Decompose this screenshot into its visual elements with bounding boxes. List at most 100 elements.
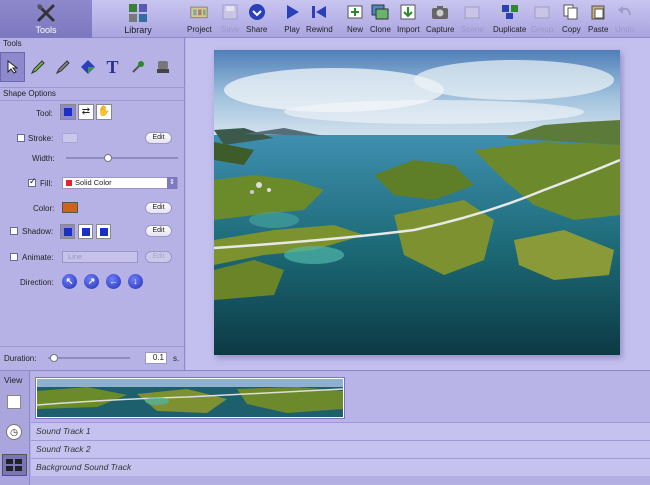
fill-checkbox[interactable] [28, 176, 37, 187]
fill-type-select[interactable]: Solid Color ⇕ [62, 177, 178, 189]
view-label: View [4, 375, 23, 385]
slide-view-icon[interactable] [7, 395, 21, 409]
pencil-icon[interactable] [25, 52, 50, 82]
duration-input[interactable]: 0.1 [145, 352, 167, 364]
shadow-checkbox[interactable] [10, 227, 18, 235]
clone-button[interactable]: Clone [370, 3, 391, 37]
fill-bucket-icon[interactable] [75, 52, 100, 82]
grid-view-icon[interactable] [2, 454, 27, 476]
shadow-label: Shadow: [22, 227, 54, 236]
toolbar-label: Play [284, 25, 300, 34]
fill-row: Fill: Solid Color ⇕ [0, 174, 185, 192]
animate-label: Animate: [22, 253, 54, 262]
shadow-row: Shadow: Edit [0, 222, 185, 240]
color-label: Color: [33, 204, 55, 213]
stroke-label: Stroke: [28, 134, 54, 143]
slide-photo[interactable] [214, 50, 620, 355]
mode-tab-library[interactable]: Library [92, 0, 184, 38]
undo-button[interactable]: Undo [615, 3, 634, 37]
duration-slider[interactable] [48, 354, 130, 362]
share-button[interactable]: Share [246, 3, 267, 37]
toolbar-label: Capture [426, 25, 455, 34]
select-mode-button[interactable] [60, 104, 76, 120]
fill-color-swatch[interactable] [62, 202, 78, 213]
direction-up-left-button[interactable]: ↖ [62, 274, 77, 289]
import-button[interactable]: Import [397, 3, 420, 37]
toolbar-label: Paste [588, 25, 609, 34]
group-button[interactable]: Group [531, 3, 553, 37]
toolbar-label: Duplicate [493, 25, 527, 34]
stroke-checkbox[interactable] [17, 134, 25, 142]
copy-button[interactable]: Copy [562, 3, 581, 37]
fill-type-value: Solid Color [75, 178, 112, 187]
new-slide-icon [346, 3, 364, 21]
shadow-edit-button[interactable]: Edit [145, 225, 172, 237]
capture-button[interactable]: Capture [426, 3, 454, 37]
duplicate-button[interactable]: Duplicate [493, 3, 526, 37]
stroke-color-swatch[interactable] [62, 133, 78, 143]
direction-label: Direction: [20, 278, 54, 287]
timeline-panel: View ◷ Sound Track 1 Sound Track 2 Backg… [0, 370, 650, 485]
rewind-button[interactable]: Rewind [306, 3, 333, 37]
shadow-style-3-button[interactable] [96, 224, 111, 239]
stamp-icon[interactable] [150, 52, 175, 82]
sound-track-1[interactable]: Sound Track 1 [31, 422, 650, 440]
import-icon [399, 3, 417, 21]
shadow-style-2-button[interactable] [78, 224, 93, 239]
tools-panel: Tools T Shape Options Tool: ⇄ ✋ Stroke: … [0, 38, 185, 370]
slide-canvas[interactable] [186, 38, 650, 370]
scene-icon [463, 3, 481, 21]
direction-left-button[interactable]: ← [106, 274, 121, 289]
toolbar-label: Save [221, 25, 240, 34]
wrench-screwdriver-icon [37, 4, 55, 22]
rewind-icon [310, 3, 328, 21]
save-button[interactable]: Save [221, 3, 239, 37]
width-slider-knob[interactable] [104, 154, 112, 162]
slide-strip [31, 372, 650, 424]
color-edit-button[interactable]: Edit [145, 202, 172, 214]
direction-down-button[interactable]: ↓ [128, 274, 143, 289]
toolbar-label: Import [397, 25, 420, 34]
animate-type-select[interactable]: Line [62, 251, 138, 263]
project-button[interactable]: Project [187, 3, 212, 37]
text-tool-icon[interactable]: T [100, 52, 125, 82]
mode-tab-label: Tools [35, 25, 57, 35]
paste-icon [589, 3, 607, 21]
film-frames-icon [190, 3, 209, 21]
slide-thumbnail[interactable] [35, 377, 345, 419]
swap-arrows-icon[interactable]: ⇄ [78, 104, 94, 120]
copy-icon [562, 3, 580, 21]
toolbar-label: Scene [461, 25, 484, 34]
pen-icon[interactable] [50, 52, 75, 82]
clock-icon[interactable]: ◷ [6, 424, 22, 440]
camera-icon [431, 3, 449, 21]
paste-button[interactable]: Paste [588, 3, 608, 37]
play-button[interactable]: Play [283, 3, 301, 37]
toolbar-label: Copy [562, 25, 581, 34]
animate-checkbox[interactable] [10, 253, 18, 261]
sound-track-2[interactable]: Sound Track 2 [31, 440, 650, 458]
share-circle-icon [248, 3, 266, 21]
background-sound-track[interactable]: Background Sound Track [31, 458, 650, 476]
aerial-coastal-photo [214, 50, 620, 355]
scene-button[interactable]: Scene [461, 3, 484, 37]
duration-slider-knob[interactable] [50, 354, 58, 362]
thumbnail-photo [36, 379, 344, 417]
duration-unit: s. [173, 354, 180, 363]
duplicate-icon [501, 3, 519, 21]
shadow-style-1-button[interactable] [60, 224, 75, 239]
view-column: View ◷ [0, 371, 30, 485]
stroke-edit-button[interactable]: Edit [145, 132, 172, 144]
arrow-pointer-icon[interactable] [0, 52, 25, 82]
new-button[interactable]: New [346, 3, 364, 37]
eyedropper-icon[interactable] [125, 52, 150, 82]
mode-tab-tools[interactable]: Tools [0, 0, 92, 38]
direction-up-right-button[interactable]: ↗ [84, 274, 99, 289]
stroke-row: Stroke: Edit [0, 129, 185, 147]
animate-edit-button[interactable]: Edit [145, 251, 172, 263]
width-slider[interactable] [66, 154, 178, 162]
toolbar-label: Undo [615, 25, 635, 34]
hand-icon[interactable]: ✋ [96, 104, 112, 120]
undo-icon [616, 3, 634, 21]
group-icon [533, 3, 551, 21]
